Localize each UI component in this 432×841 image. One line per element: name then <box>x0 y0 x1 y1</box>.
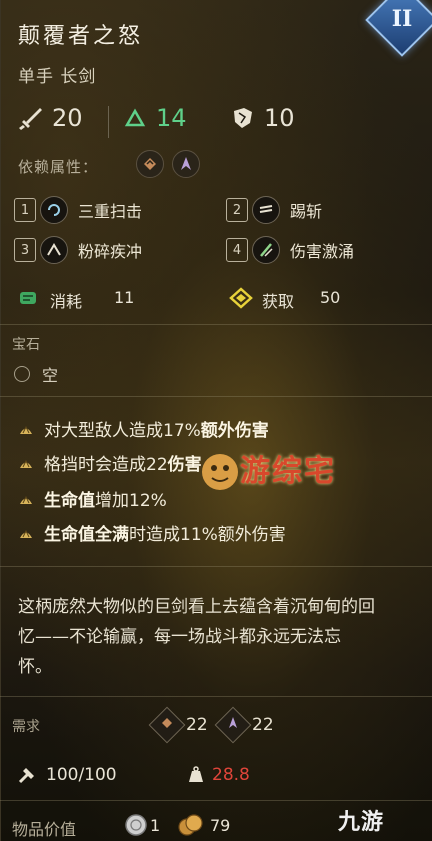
gain-label: 获取 <box>262 292 295 311</box>
requirements-label: 需求 <box>12 719 40 735</box>
perk-3: 生命值增加12% <box>18 486 167 511</box>
secondary-stat: 10 <box>230 104 295 132</box>
silver-coin-value: 1 <box>150 816 161 835</box>
dexterity-dependency-icon <box>172 150 200 178</box>
gem-slot[interactable]: 空 <box>14 362 58 386</box>
dexterity-icon <box>214 706 252 744</box>
strength-value: 22 <box>186 715 208 735</box>
silver-coin-icon <box>125 814 147 836</box>
skill-4-number: 4 <box>226 238 248 262</box>
perk-bullet-icon <box>20 529 32 538</box>
tier-label: II <box>391 6 413 32</box>
divider <box>0 696 432 697</box>
hammer-icon <box>18 768 34 784</box>
resource-row: 消耗 11 获取 50 <box>0 284 432 314</box>
watermark-logo-text: 九游 <box>338 810 385 835</box>
crumble-icon <box>234 108 252 128</box>
triple-sweep-icon <box>40 196 68 224</box>
skill-3[interactable]: 3 粉碎疾冲 <box>14 236 142 264</box>
skill-3-number: 3 <box>14 238 36 262</box>
skill-4[interactable]: 4 伤害激涌 <box>226 236 354 264</box>
dexterity-requirement: 22 <box>214 706 274 744</box>
consume-label: 消耗 <box>50 292 83 311</box>
perk-3-text: 增加12% <box>95 491 167 511</box>
divider <box>0 324 432 325</box>
kick-slash-icon <box>252 196 280 224</box>
skill-1[interactable]: 1 三重扫击 <box>14 196 142 224</box>
consume-value: 11 <box>114 288 135 307</box>
description-line-3: 怀。 <box>18 657 52 677</box>
perk-3-bold: 生命值 <box>44 491 95 511</box>
gem-title: 宝石 <box>12 337 40 353</box>
attack-value: 20 <box>52 104 83 132</box>
description-line-2: 忆——不论输赢，每一场战斗都永远无法忘 <box>18 627 341 647</box>
empty-slot-icon <box>14 366 30 382</box>
dexterity-value: 22 <box>252 715 274 735</box>
secondary-value: 10 <box>264 104 295 132</box>
gain-diamond-icon <box>229 287 253 309</box>
perk-2-bold: 伤害 <box>167 455 202 475</box>
skill-1-name: 三重扫击 <box>78 202 143 221</box>
item-value-label: 物品价值 <box>12 820 77 839</box>
perk-2-text: 格挡时会造成22 <box>44 455 168 475</box>
skill-2-name: 踢斩 <box>290 202 323 221</box>
item-name: 颠覆者之怒 <box>18 24 144 49</box>
perk-4-bold: 生命值全满 <box>44 525 129 545</box>
damage-surge-icon <box>252 236 280 264</box>
strength-requirement: 22 <box>148 706 208 744</box>
strength-dependency-icon <box>136 150 164 178</box>
triangle-up-icon <box>124 108 146 127</box>
skill-2-number: 2 <box>226 198 248 222</box>
sword-icon <box>19 108 42 130</box>
durability-value: 100/100 <box>46 765 117 785</box>
stat-divider <box>108 106 109 138</box>
perk-bullet-icon <box>20 459 32 468</box>
divider <box>0 396 432 397</box>
crushing-dash-icon <box>40 236 68 264</box>
skill-1-number: 1 <box>14 198 36 222</box>
perk-bullet-icon <box>20 425 32 434</box>
perk-4: 生命值全满时造成11%额外伤害 <box>18 520 286 545</box>
gold-coin-pile-icon <box>178 814 203 836</box>
skill-3-name: 粉碎疾冲 <box>78 242 143 261</box>
perk-4-text: 时造成11%额外伤害 <box>129 525 286 545</box>
divider <box>0 566 432 567</box>
weight-icon <box>189 766 203 782</box>
durability-row: 100/100 28.8 <box>0 762 432 790</box>
divider <box>0 800 432 801</box>
perk-1-text: 对大型敌人造成17% <box>44 421 201 441</box>
item-description: 这柄庞然大物似的巨剑看上去蕴含着沉甸甸的回 忆——不论输赢，每一场战斗都永远无法… <box>18 592 430 682</box>
strength-icon <box>148 706 186 744</box>
gain-value: 50 <box>320 288 341 307</box>
skill-4-name: 伤害激涌 <box>290 242 355 261</box>
skill-2[interactable]: 2 踢斩 <box>226 196 322 224</box>
gem-slot-label: 空 <box>42 366 59 385</box>
perk-bullet-icon <box>20 495 32 504</box>
perk-2: 格挡时会造成22伤害 <box>18 450 202 475</box>
weight-value: 28.8 <box>212 765 250 785</box>
attack-stat: 20 <box>18 104 83 132</box>
item-type: 单手 长剑 <box>18 67 97 87</box>
dependency-label: 依赖属性： <box>18 158 99 176</box>
stagger-value: 14 <box>156 104 187 132</box>
description-line-1: 这柄庞然大物似的巨剑看上去蕴含着沉甸甸的回 <box>18 597 375 617</box>
gold-coin-value: 79 <box>210 816 231 835</box>
stats-row: 20 14 10 <box>0 104 432 144</box>
stagger-stat: 14 <box>122 104 187 132</box>
watermark-text: 游综宅 <box>240 454 336 489</box>
consume-scroll-icon <box>20 292 36 304</box>
